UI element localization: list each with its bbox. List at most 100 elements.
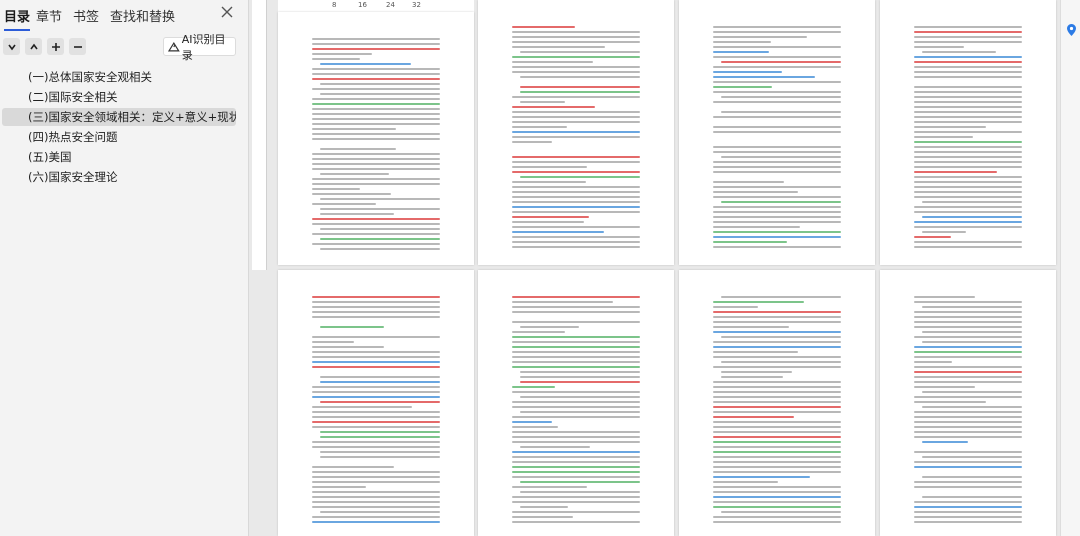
text-line	[713, 151, 841, 153]
outline-item[interactable]: (五)美国	[2, 148, 236, 166]
text-line	[713, 31, 841, 33]
text-line	[312, 316, 440, 318]
text-line	[713, 46, 841, 48]
text-line	[320, 401, 440, 403]
document-page[interactable]	[880, 270, 1056, 536]
text-line	[312, 58, 360, 60]
text-line	[320, 381, 440, 383]
text-line	[512, 96, 640, 98]
text-line	[512, 66, 640, 68]
text-line	[713, 51, 770, 53]
text-line	[312, 193, 392, 195]
tab-chapters[interactable]: 章节	[36, 6, 62, 25]
text-line	[312, 306, 440, 308]
text-line	[914, 136, 974, 138]
text-line	[713, 181, 784, 183]
text-line	[520, 371, 640, 373]
outline-item-selected[interactable]: (三)国家安全领域相关：定义+意义+现状挑战	[2, 108, 236, 126]
text-line	[713, 401, 841, 403]
text-line	[914, 346, 1022, 348]
outline-item[interactable]: (一)总体国家安全观相关	[2, 68, 236, 86]
text-line	[914, 181, 1022, 183]
text-line	[922, 496, 1022, 498]
text-line	[312, 496, 440, 498]
text-line	[312, 446, 440, 448]
text-line	[914, 361, 952, 363]
text-line	[312, 218, 440, 220]
text-line	[914, 421, 1022, 423]
text-line	[320, 173, 390, 175]
text-line	[512, 421, 553, 423]
expand-button[interactable]	[25, 38, 42, 55]
text-line	[312, 356, 440, 358]
document-page[interactable]	[679, 270, 875, 536]
text-line	[713, 406, 841, 408]
text-line	[512, 361, 640, 363]
text-line	[713, 351, 798, 353]
text-line	[512, 226, 640, 228]
text-line	[512, 441, 640, 443]
text-line	[713, 356, 841, 358]
text-line	[312, 133, 440, 135]
text-line	[312, 113, 440, 115]
outline-item[interactable]: (四)热点安全问题	[2, 128, 236, 146]
text-line	[713, 331, 841, 333]
text-line	[312, 466, 394, 468]
location-pin-icon[interactable]	[1067, 24, 1076, 36]
text-line	[914, 321, 1022, 323]
tab-find-replace[interactable]: 查找和替换	[110, 6, 175, 25]
text-line	[312, 78, 440, 80]
text-line	[312, 441, 440, 443]
text-line	[520, 101, 566, 103]
outline-item[interactable]: (六)国家安全理论	[2, 168, 236, 186]
text-line	[320, 456, 440, 458]
text-line	[914, 206, 1022, 208]
close-icon[interactable]	[219, 4, 235, 20]
collapse-button[interactable]	[3, 38, 20, 55]
text-line	[312, 188, 360, 190]
document-page[interactable]	[880, 0, 1056, 265]
text-line	[713, 146, 841, 148]
text-line	[914, 106, 1022, 108]
text-line	[914, 146, 1022, 148]
document-page[interactable]	[278, 270, 474, 536]
text-line	[713, 221, 841, 223]
text-line	[312, 178, 440, 180]
tab-toc[interactable]: 目录	[4, 6, 31, 31]
text-line	[312, 38, 440, 40]
text-line	[512, 521, 640, 523]
document-page[interactable]	[478, 0, 674, 265]
text-line	[512, 201, 640, 203]
text-line	[320, 83, 440, 85]
document-page[interactable]	[679, 0, 875, 265]
text-line	[914, 91, 1022, 93]
document-page[interactable]	[478, 270, 674, 536]
text-line	[914, 431, 1022, 433]
text-line	[914, 356, 1022, 358]
ai-recognize-toc-button[interactable]: AI识别目录	[163, 33, 236, 62]
text-line	[721, 361, 841, 363]
text-line	[713, 486, 841, 488]
ruler-mark: 16	[358, 1, 367, 9]
text-line	[320, 63, 411, 65]
add-heading-button[interactable]	[47, 38, 64, 55]
ai-button-label: AI识别目录	[181, 32, 226, 62]
text-line	[713, 346, 841, 348]
text-line	[512, 156, 640, 158]
tab-bookmarks[interactable]: 书签	[73, 6, 99, 25]
text-line	[713, 451, 841, 453]
text-line	[914, 86, 1022, 88]
remove-heading-button[interactable]	[69, 38, 86, 55]
text-line	[721, 376, 783, 378]
text-line	[320, 238, 440, 240]
text-line	[512, 321, 640, 323]
text-line	[713, 441, 841, 443]
text-line	[512, 36, 640, 38]
text-line	[312, 311, 440, 313]
text-line	[713, 456, 841, 458]
text-line	[512, 456, 640, 458]
text-line	[914, 26, 1022, 28]
outline-item[interactable]: (二)国际安全相关	[2, 88, 236, 106]
text-line	[713, 71, 783, 73]
document-page[interactable]	[278, 12, 474, 265]
